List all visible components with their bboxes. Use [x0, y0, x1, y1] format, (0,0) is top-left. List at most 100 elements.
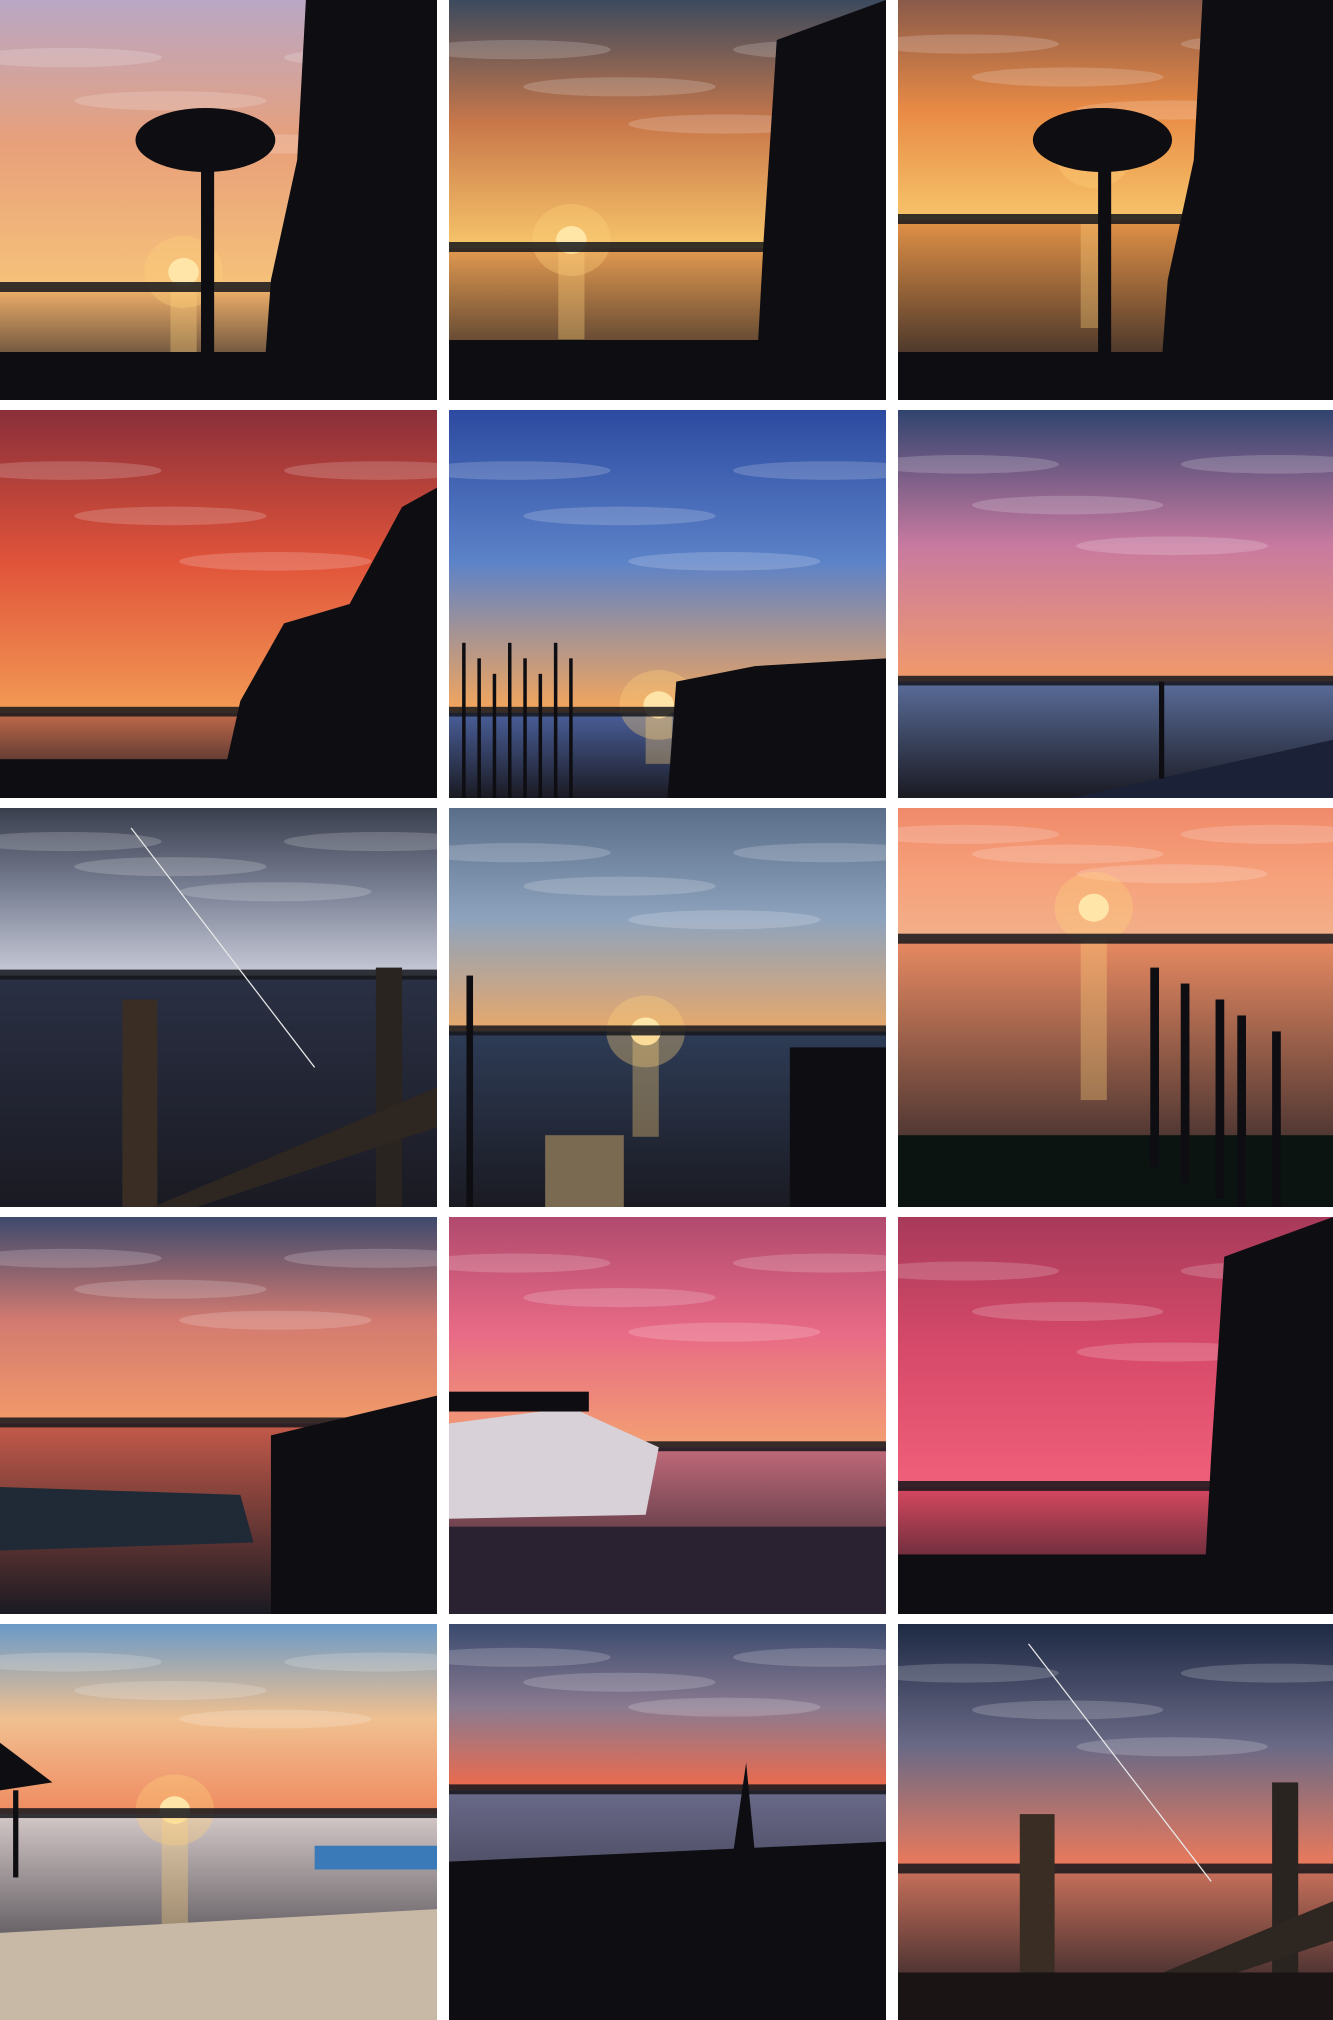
silhouette — [539, 674, 542, 798]
sunset-photo — [898, 808, 1333, 1207]
sun-reflection — [558, 248, 584, 339]
photo-tile[interactable] — [0, 1624, 437, 2020]
silhouette — [493, 674, 496, 798]
sun-reflection — [633, 1031, 659, 1136]
silhouette — [449, 340, 886, 400]
cloud-streak — [74, 1280, 266, 1299]
sun-reflection — [646, 713, 672, 764]
cloud-streak — [74, 507, 266, 526]
photo-tile[interactable] — [449, 0, 886, 400]
photo-tile[interactable] — [0, 410, 437, 798]
cloud-streak — [628, 552, 820, 571]
silhouette — [1159, 682, 1164, 779]
photo-tile[interactable] — [449, 410, 886, 798]
cloud-streak — [74, 857, 266, 876]
photo-tile[interactable] — [898, 808, 1333, 1207]
box — [545, 1135, 624, 1207]
silhouette — [1216, 1000, 1225, 1200]
boathouse-roof — [449, 1392, 589, 1412]
cloud-streak — [972, 845, 1163, 864]
photo-tile[interactable] — [898, 1217, 1333, 1614]
cloud-streak — [179, 1710, 371, 1729]
cloud-streak — [1076, 1737, 1267, 1756]
silhouette — [376, 968, 402, 1207]
silhouette — [449, 1527, 886, 1614]
silhouette — [508, 643, 511, 798]
sunset-photo — [898, 0, 1333, 400]
treeline — [898, 676, 1333, 686]
sunset-photo — [0, 410, 437, 798]
cloud-streak — [523, 877, 715, 896]
photo-tile[interactable] — [898, 0, 1333, 400]
cloud-streak — [179, 882, 371, 901]
silhouette — [898, 1554, 1333, 1614]
cloud-streak — [1076, 536, 1267, 555]
silhouette — [554, 643, 557, 798]
treeline — [0, 1808, 437, 1818]
cloud-streak — [179, 1311, 371, 1330]
silhouette — [449, 1842, 886, 2020]
photo-tile[interactable] — [898, 410, 1333, 798]
silhouette — [466, 976, 473, 1207]
treeline — [0, 970, 437, 980]
photo-tile[interactable] — [0, 0, 437, 400]
cloud-streak — [972, 496, 1163, 515]
silhouette — [898, 352, 1333, 400]
cloud-streak — [628, 910, 820, 929]
covered-boat — [0, 1487, 253, 1551]
sunset-photo — [0, 808, 437, 1207]
blue-tarp — [315, 1846, 437, 1870]
sunset-photo — [449, 0, 886, 400]
cloud-streak — [628, 1698, 820, 1717]
cloud-streak — [74, 91, 266, 110]
photo-tile[interactable] — [0, 1217, 437, 1614]
silhouette — [569, 658, 572, 798]
photo-tile[interactable] — [449, 808, 886, 1207]
cloud-streak — [523, 1288, 715, 1307]
treeline — [898, 1864, 1333, 1874]
silhouette — [135, 108, 275, 172]
cloud-streak — [523, 507, 715, 526]
treeline — [449, 1025, 886, 1035]
sunset-photo — [449, 1217, 886, 1614]
sunset-photo — [0, 1624, 437, 2020]
photo-grid — [0, 0, 1333, 2000]
sunset-photo — [898, 1624, 1333, 2020]
cloud-streak — [179, 552, 371, 571]
photo-tile[interactable] — [449, 1624, 886, 2020]
silhouette — [1181, 984, 1190, 1184]
sun-glow — [1055, 872, 1133, 944]
photo-tile[interactable] — [898, 1624, 1333, 2020]
silhouette — [462, 643, 465, 798]
cloud-streak — [74, 1681, 266, 1700]
sun-reflection — [1081, 940, 1107, 1100]
cloud-streak — [523, 77, 715, 96]
cloud-streak — [628, 1323, 820, 1342]
photo-tile[interactable] — [0, 808, 437, 1207]
cloud-streak — [523, 1673, 715, 1692]
cloud-streak — [972, 1302, 1163, 1321]
sunset-photo — [0, 1217, 437, 1614]
sun-reflection — [162, 1814, 188, 1938]
treeline — [898, 934, 1333, 944]
silhouette — [1272, 1031, 1281, 1207]
cloud-streak — [972, 1700, 1163, 1719]
silhouette — [898, 1135, 1333, 1207]
photo-tile[interactable] — [449, 1217, 886, 1614]
sunset-photo — [898, 1217, 1333, 1614]
treeline — [449, 1784, 886, 1794]
water — [0, 976, 437, 1207]
silhouette — [0, 759, 437, 798]
silhouette — [1237, 1015, 1246, 1207]
silhouette — [1150, 968, 1159, 1168]
cloud-streak — [972, 67, 1163, 86]
sunset-photo — [449, 808, 886, 1207]
silhouette — [122, 1000, 157, 1207]
sunset-photo — [898, 410, 1333, 798]
sunset-photo — [449, 1624, 886, 2020]
silhouette — [477, 658, 480, 798]
silhouette — [898, 1972, 1333, 2020]
silhouette — [13, 1790, 18, 1877]
silhouette — [668, 658, 887, 798]
silhouette — [1033, 108, 1172, 172]
